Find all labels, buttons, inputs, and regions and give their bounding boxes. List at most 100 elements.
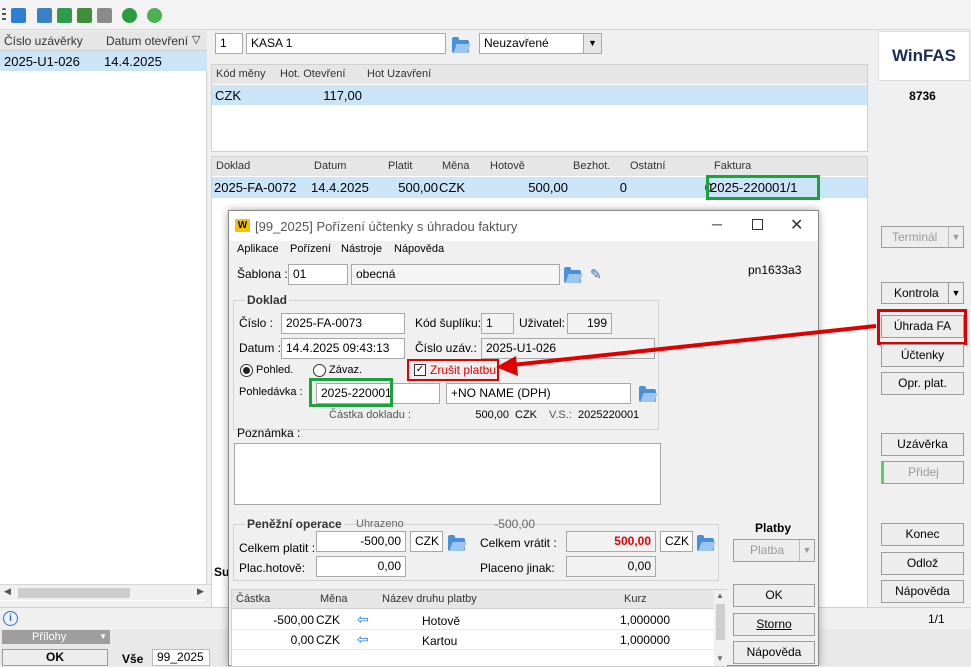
col-header: Bezhot.	[573, 160, 611, 172]
row-kurz: 1,000000	[619, 633, 670, 647]
prilohy-select[interactable]: Přílohy ▼	[2, 630, 110, 644]
terminal-button[interactable]: Terminál ▼	[881, 226, 964, 248]
placeno-jinak-label: Placeno jinak:	[480, 561, 555, 575]
folder-open-icon[interactable]	[697, 535, 714, 551]
menu-porizeni[interactable]: Pořízení	[290, 243, 331, 255]
currency-grid-header: Kód měny Hot. Otevření Hot Uzavření	[212, 65, 867, 84]
row-nazev: Hotově	[422, 614, 461, 628]
table-row[interactable]: CZK 117,00	[212, 85, 867, 105]
currency-grid: Kód měny Hot. Otevření Hot Uzavření CZK …	[211, 64, 868, 152]
castka-mena: CZK	[515, 409, 537, 421]
behind-ok-button[interactable]: OK	[2, 649, 108, 666]
export-icon[interactable]	[57, 8, 72, 23]
minimize-icon[interactable]: ─	[712, 216, 722, 232]
table-row[interactable]: -500,00 CZK ⇦ Hotově 1,000000	[232, 610, 714, 630]
zavaz-radio[interactable]	[313, 364, 326, 377]
menu-icon[interactable]	[2, 8, 6, 22]
pn-label: pn1633a3	[748, 263, 802, 277]
uzaverka-button[interactable]: Uzávěrka	[881, 433, 964, 456]
left-hscrollbar[interactable]: ◀ ▶	[0, 584, 210, 600]
grid-icon[interactable]	[77, 8, 92, 23]
highlight-faktura	[706, 175, 820, 200]
row-castka: 0,00	[290, 633, 314, 647]
kontrola-button[interactable]: Kontrola ▼	[881, 282, 964, 304]
sablona-name-field[interactable]: obecná	[351, 264, 560, 285]
konec-button[interactable]: Konec	[881, 523, 964, 546]
col-header-datum[interactable]: Datum otevření	[106, 34, 188, 48]
menu-aplikace[interactable]: Aplikace	[237, 243, 279, 255]
vs-label: V.S.:	[549, 409, 572, 421]
chevron-down-icon[interactable]: ▼	[948, 283, 963, 303]
chevron-down-icon[interactable]: ▼	[583, 34, 601, 53]
kasa-name-field[interactable]: KASA 1	[246, 33, 446, 54]
celkem-platit-field[interactable]: -500,00	[316, 531, 406, 552]
filter-icon[interactable]: ▽	[192, 33, 200, 46]
col-header: Hot Uzavření	[367, 68, 432, 80]
pohled-radio-label: Pohled.	[256, 364, 294, 376]
status-select[interactable]: Neuzavřené ▼	[479, 33, 602, 54]
folder-open-icon[interactable]	[639, 386, 656, 402]
folder-open-icon[interactable]	[452, 37, 469, 53]
folder-open-icon[interactable]	[564, 267, 581, 283]
closing-list[interactable]: Číslo uzávěrky Datum otevření ▽ 2025-U1-…	[0, 31, 207, 601]
col-header-cislo[interactable]: Číslo uzávěrky	[4, 34, 83, 48]
menu-nastroje[interactable]: Nástroje	[341, 243, 382, 255]
table-row[interactable]: 0,00 CZK ⇦ Kartou 1,000000	[232, 630, 714, 650]
uhrazeno-label: Uhrazeno	[356, 518, 404, 530]
highlight-pohledavka	[309, 378, 393, 407]
kasa-number-field[interactable]: 1	[215, 33, 243, 54]
payments-grid-header: Částka Měna Název druhu platby Kurz	[232, 590, 714, 609]
maximize-icon[interactable]	[752, 219, 763, 230]
refresh-icon[interactable]	[122, 8, 137, 23]
report-icon[interactable]	[97, 8, 112, 23]
datum-field[interactable]: 14.4.2025 09:43:13	[281, 338, 405, 359]
poznamka-label: Poznámka :	[237, 426, 301, 440]
opr-plat-button[interactable]: Opr. plat.	[881, 372, 964, 395]
odloz-button[interactable]: Odlož	[881, 552, 964, 575]
sablona-label: Šablona :	[237, 267, 288, 281]
table-row[interactable]: 2025-U1-026 14.4.2025	[0, 51, 207, 71]
pohled-radio[interactable]	[240, 364, 253, 377]
folder-open-icon[interactable]	[448, 535, 465, 551]
menu-napoveda[interactable]: Nápověda	[394, 243, 444, 255]
window-icon[interactable]	[11, 8, 26, 23]
payments-vscrollbar[interactable]: ▲ ▼	[714, 590, 727, 666]
payment-dialog: W [99_2025] Pořízení účtenky s úhradou f…	[228, 210, 819, 667]
cislo-field[interactable]: 2025-FA-0073	[281, 313, 405, 334]
print-icon[interactable]	[37, 8, 52, 23]
edit-icon[interactable]: ✎	[590, 266, 602, 283]
pridej-button[interactable]: Přidej	[881, 461, 964, 484]
dialog-menubar: Aplikace Pořízení Nástroje Nápověda	[229, 241, 818, 259]
tab-vse[interactable]: Vše	[122, 652, 143, 666]
chevron-down-icon[interactable]: ▼	[948, 227, 963, 247]
partner-field[interactable]: +NO NAME (DPH)	[446, 383, 631, 404]
close-icon[interactable]: ✕	[790, 215, 803, 235]
zrusit-platbu-label: Zrušit platbu	[430, 363, 497, 377]
ok-button[interactable]: OK	[733, 584, 815, 607]
kod-supliku-field: 1	[481, 313, 514, 334]
sablona-code-field[interactable]: 01	[288, 264, 348, 285]
platba-button[interactable]: Platba ▼	[733, 539, 815, 562]
pohledavka-label: Pohledávka :	[239, 386, 303, 398]
storno-button[interactable]: Storno	[733, 613, 815, 636]
kod-supliku-label: Kód šuplíku:	[415, 316, 482, 330]
document-grid-header: Doklad Datum Platit Měna Hotově Bezhot. …	[212, 157, 867, 176]
winfas-logo: WinFAS	[878, 31, 970, 81]
uctenky-button[interactable]: Účtenky	[881, 344, 964, 367]
row-bezhot: 0	[619, 180, 627, 195]
celkem-platit-mena[interactable]: CZK	[410, 531, 443, 552]
cislo-uzav-label: Číslo uzáv.:	[415, 341, 477, 355]
dialog-napoveda-button[interactable]: Nápověda	[733, 641, 815, 664]
chevron-down-icon[interactable]: ▼	[799, 540, 814, 561]
plac-hotove-field[interactable]: 0,00	[316, 556, 406, 577]
napoveda-button[interactable]: Nápověda	[881, 580, 964, 603]
terminal-label: Terminál	[892, 230, 938, 244]
poznamka-textarea[interactable]	[234, 443, 661, 505]
col-header: Částka	[236, 593, 271, 605]
col-header: Kód měny	[216, 68, 266, 80]
info-icon: i	[3, 611, 18, 626]
help-icon[interactable]	[147, 8, 162, 23]
zrusit-platbu-checkbox[interactable]: ✓	[414, 364, 426, 376]
celkem-vratit-mena[interactable]: CZK	[660, 531, 693, 552]
dialog-titlebar: W [99_2025] Pořízení účtenky s úhradou f…	[229, 211, 818, 241]
